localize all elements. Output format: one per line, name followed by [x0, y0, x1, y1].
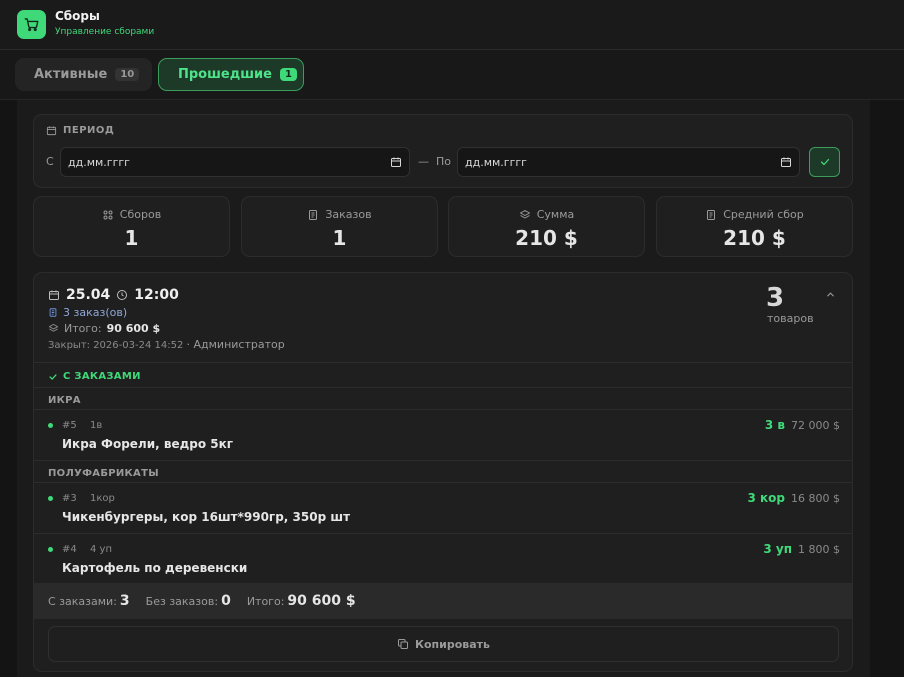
session-time: 12:00 [134, 287, 179, 303]
list-item: #4 4 уп Картофель по деревенски 3 уп 1 8… [34, 534, 852, 584]
calendar-icon[interactable] [390, 156, 402, 168]
stat-card-orders: Заказов 1 [241, 196, 438, 257]
stat-card-average: Средний сбор 210 $ [656, 196, 853, 257]
divider [34, 362, 852, 363]
category-header: ПОЛУФАБРИКАТЫ [48, 468, 159, 479]
tab-bar: Активные 10 Прошедшие 1 [0, 50, 904, 100]
session-summary-bar: С заказами: 3 Без заказов: 0 Итого: 90 600 … [34, 583, 852, 619]
calendar-icon [46, 126, 57, 136]
without-orders-label: Без заказов: [145, 595, 219, 608]
calendar-icon [49, 290, 59, 300]
layers-icon [519, 209, 530, 218]
document-icon [309, 209, 318, 220]
clock-icon [117, 290, 128, 300]
item-name: Картофель по деревенски [62, 561, 248, 575]
item-unit: 1кор [90, 493, 115, 504]
with-orders-header: С ЗАКАЗАМИ [48, 371, 141, 382]
calendar-icon[interactable] [780, 156, 792, 168]
item-number: #5 [62, 420, 77, 431]
to-label: По [436, 155, 452, 168]
grid-icon [103, 210, 113, 219]
session-total-label: Итого: [64, 322, 102, 335]
apply-period-button[interactable] [809, 147, 840, 177]
copy-icon [397, 639, 408, 649]
stat-value: 210 $ [515, 226, 578, 250]
layers-icon [48, 323, 59, 332]
stat-value: 1 [332, 226, 347, 250]
period-label: ПЕРИОД [63, 125, 115, 136]
app-header: Сборы Управление сборами [0, 0, 904, 50]
tab-label: Активные [34, 67, 108, 82]
session-closed: Закрыт: 2026-03-24 14:52 [48, 340, 184, 351]
cart-icon [17, 10, 46, 39]
tab-count-badge: 10 [115, 68, 140, 81]
with-orders-label: С заказами: [48, 595, 117, 608]
session-card[interactable]: 25.04 12:00 3 заказ(ов) Итого: 90 600 $ … [33, 272, 853, 672]
copy-button[interactable]: Копировать [48, 626, 839, 662]
tab-past[interactable]: Прошедшие 1 [158, 58, 304, 91]
stat-value: 1 [124, 226, 139, 250]
list-item: #3 1кор Чикенбургеры, кор 16шт*990гр, 35… [34, 483, 852, 533]
summary-total-label: Итого: [246, 595, 285, 608]
check-icon [49, 373, 57, 380]
item-price: 16 800 $ [791, 492, 840, 505]
stat-card-sum: Сумма 210 $ [448, 196, 645, 257]
session-datetime: 25.04 12:00 [48, 287, 179, 303]
session-items-count: 3 [766, 283, 785, 313]
summary-total: 90 600 $ [287, 593, 356, 609]
session-orders: 3 заказ(ов) [63, 306, 128, 319]
receipt-icon [707, 209, 716, 220]
status-dot [48, 496, 53, 501]
stat-value: 210 $ [723, 226, 786, 250]
status-dot [48, 423, 53, 428]
session-items-label: товаров [767, 312, 814, 325]
document-icon [49, 308, 57, 317]
period-filter: ПЕРИОД С дд.мм.гггг — По дд.мм.гггг [33, 114, 853, 188]
chevron-up-icon[interactable] [825, 285, 836, 304]
with-orders-count: 3 [119, 593, 130, 609]
date-from-input[interactable]: дд.мм.гггг [60, 147, 410, 177]
divider [34, 460, 852, 461]
tab-active[interactable]: Активные 10 [15, 58, 152, 91]
app-title: Сборы [55, 9, 100, 23]
from-label: С [46, 155, 54, 168]
item-unit: 1в [90, 420, 103, 431]
item-price: 72 000 $ [791, 419, 840, 432]
list-item: #5 1в Икра Форели, ведро 5кг 3 в 72 000 … [34, 410, 852, 460]
stat-card-collections: Сборов 1 [33, 196, 230, 257]
item-unit: 4 уп [90, 544, 112, 555]
status-dot [48, 547, 53, 552]
item-name: Икра Форели, ведро 5кг [62, 437, 234, 451]
range-dash: — [418, 155, 429, 168]
tab-count-badge: 1 [279, 68, 297, 81]
item-qty: 3 в [764, 418, 786, 432]
check-icon [820, 158, 829, 166]
item-qty: 3 кор [747, 491, 786, 505]
tab-label: Прошедшие [178, 67, 272, 82]
session-total: 90 600 $ [106, 322, 161, 335]
session-closed-by: · Администратор [186, 338, 285, 351]
item-name: Чикенбургеры, кор 16шт*990гр, 350р шт [62, 510, 351, 524]
item-number: #3 [62, 493, 77, 504]
item-number: #4 [62, 544, 77, 555]
divider [34, 387, 852, 388]
category-header: ИКРА [48, 395, 81, 406]
app-subtitle: Управление сборами [55, 27, 155, 37]
item-price: 1 800 $ [798, 543, 840, 556]
session-date: 25.04 [66, 287, 111, 303]
date-to-input[interactable]: дд.мм.гггг [457, 147, 800, 177]
item-qty: 3 уп [763, 542, 792, 556]
without-orders-count: 0 [221, 593, 231, 609]
